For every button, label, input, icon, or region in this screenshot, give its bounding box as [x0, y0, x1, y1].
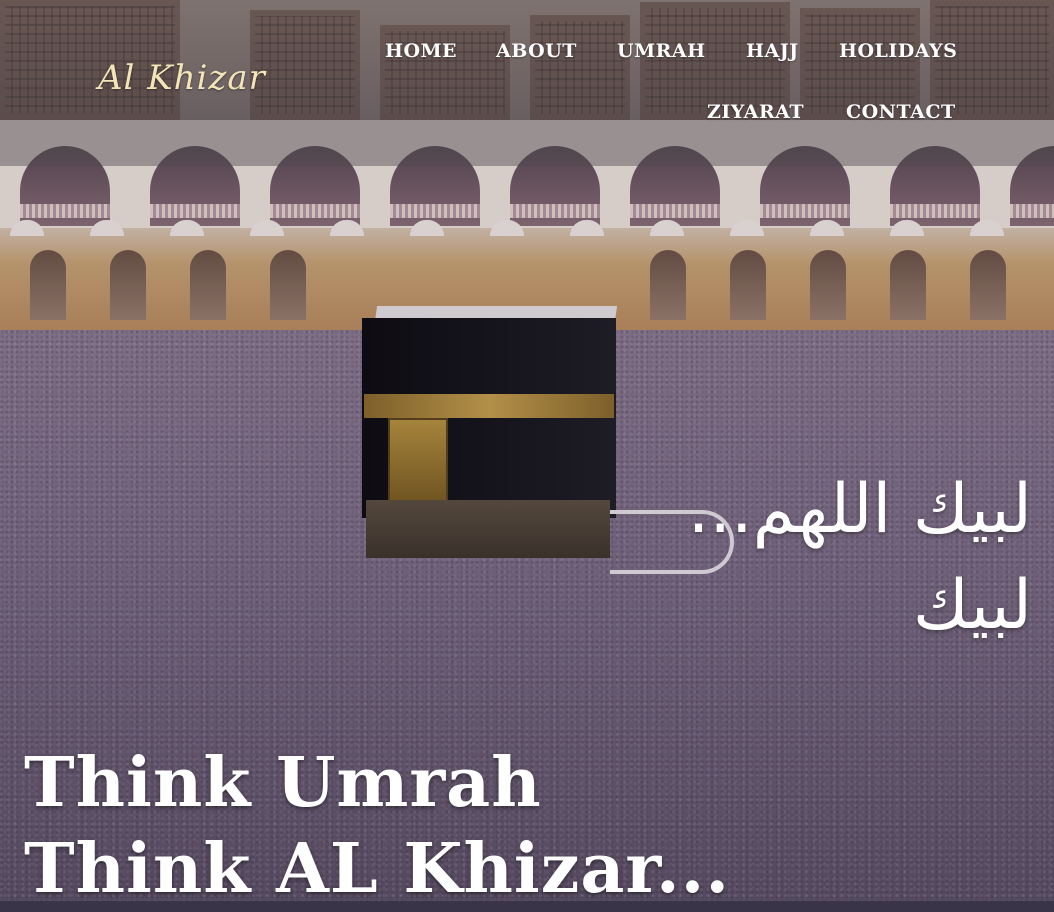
nav-link-contact[interactable]: CONTACT — [846, 101, 956, 123]
nav-link-hajj[interactable]: HAJJ — [746, 40, 799, 62]
navbar: Al Khizar HOME ABOUT UMRAH HAJJ HOLIDAYS… — [0, 0, 1054, 166]
nav-link-holidays[interactable]: HOLIDAYS — [839, 40, 957, 62]
arabic-talbiyah-heading: لبيك اللهم... لبيك — [687, 470, 1032, 645]
nav-link-about[interactable]: ABOUT — [496, 40, 577, 62]
site-logo[interactable]: Al Khizar — [98, 58, 266, 98]
hero-tagline: Think Umrah Think AL Khizar... — [24, 743, 731, 909]
nav-link-umrah[interactable]: UMRAH — [617, 40, 706, 62]
nav-link-ziyarat[interactable]: ZIYARAT — [707, 101, 804, 123]
nav-link-home[interactable]: HOME — [385, 40, 457, 62]
